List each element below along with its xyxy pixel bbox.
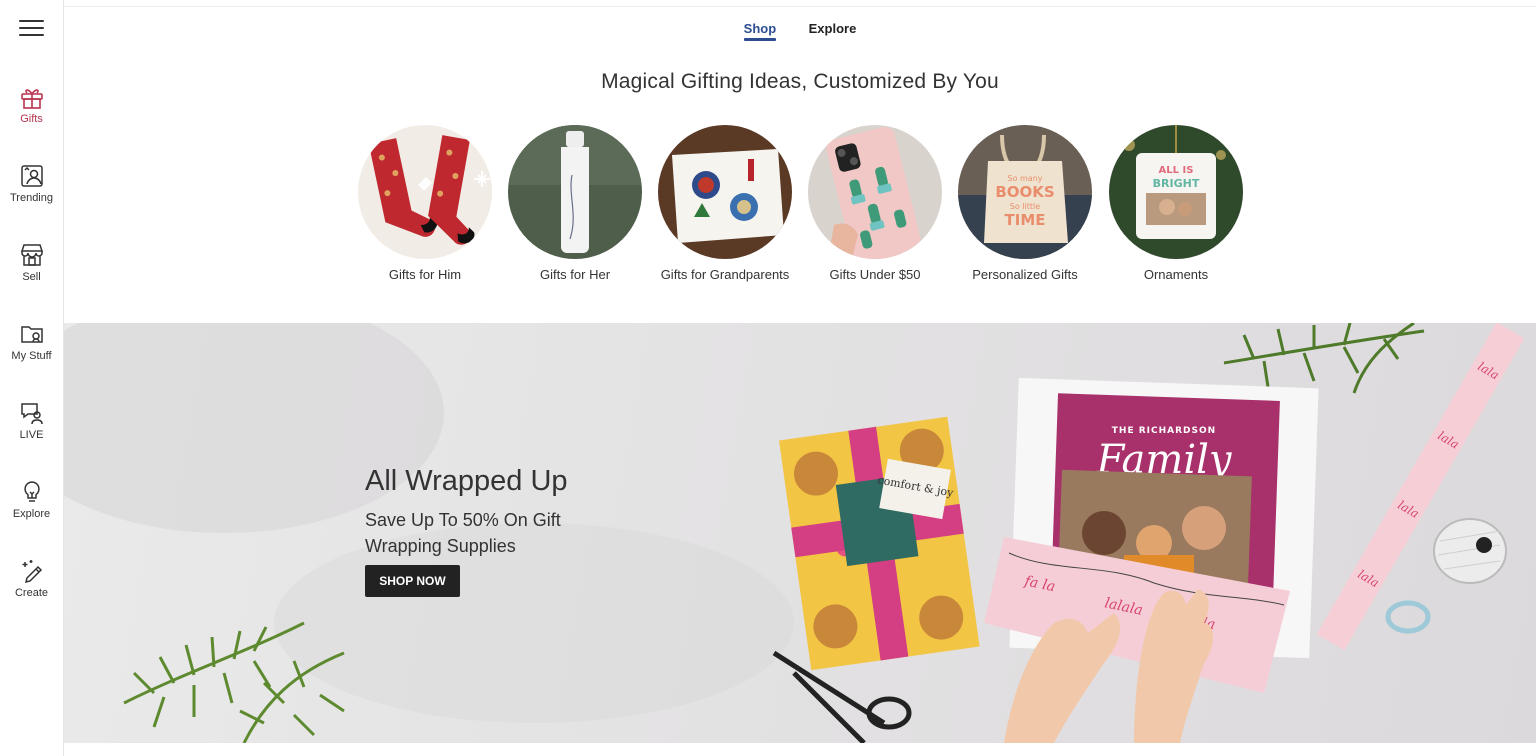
svg-text:BRIGHT: BRIGHT (1153, 177, 1200, 190)
tab-explore[interactable]: Explore (809, 21, 857, 41)
banner-title: All Wrapped Up (365, 465, 568, 497)
svg-text:So many: So many (1007, 174, 1042, 183)
sidebar-item-create[interactable]: Create (0, 558, 63, 599)
category-image (508, 125, 642, 259)
sidebar-item-label: Trending (9, 192, 53, 204)
sidebar-item-sell[interactable]: Sell (0, 242, 63, 283)
category-gifts-under-50[interactable]: Gifts Under $50 (795, 125, 955, 282)
svg-text:BOOKS: BOOKS (995, 183, 1054, 201)
category-label: Gifts for Him (388, 267, 462, 282)
sidebar-item-label: Create (14, 587, 49, 599)
sidebar-item-label: Gifts (20, 113, 43, 125)
category-label: Gifts for Grandparents (660, 267, 790, 282)
category-gifts-for-her[interactable]: Gifts for Her (495, 125, 655, 282)
top-tabs: Shop Explore (64, 20, 1536, 41)
category-label: Personalized Gifts (972, 267, 1078, 282)
top-divider (64, 6, 1536, 7)
paper-roll: lalalalalalalala (1316, 323, 1525, 651)
category-image (658, 125, 792, 259)
sidebar-item-label: My Stuff (11, 350, 52, 362)
category-image: So many BOOKS So little TIME (958, 125, 1092, 259)
category-image (808, 125, 942, 259)
hamburger-menu-icon[interactable] (19, 20, 44, 38)
sidebar-item-label: LIVE (19, 429, 44, 441)
trending-icon (20, 165, 43, 187)
lightbulb-icon (23, 481, 40, 502)
category-personalized-gifts[interactable]: So many BOOKS So little TIME Personalize… (945, 125, 1105, 282)
store-icon (20, 244, 43, 266)
create-pen-icon (22, 560, 42, 584)
pine-branch-right (1223, 323, 1425, 394)
svg-text:So little: So little (1010, 202, 1040, 211)
sidebar: Gifts Trending Sell My Stuff LIVE Explor… (0, 0, 64, 756)
category-gifts-for-grandparents[interactable]: Gifts for Grandparents (645, 125, 805, 282)
page-title: Magical Gifting Ideas, Customized By You (601, 70, 999, 93)
gift-icon (20, 89, 43, 109)
folder-icon (20, 326, 43, 343)
twine-spool (1433, 518, 1507, 584)
sidebar-item-label: Sell (22, 271, 41, 283)
category-label: Ornaments (1143, 267, 1209, 282)
gift-box: comfort & joy (778, 416, 980, 671)
shop-now-button[interactable]: SHOP NOW (365, 565, 460, 597)
category-image: ALL IS BRIGHT (1109, 125, 1243, 259)
category-label: Gifts Under $50 (829, 267, 921, 282)
sidebar-item-trending[interactable]: Trending (0, 163, 63, 204)
tape-roll (1385, 600, 1431, 634)
sidebar-item-explore[interactable]: Explore (0, 479, 63, 520)
promo-banner: comfort & joy THE RICHARDSON Family fa l… (64, 323, 1536, 743)
svg-text:ALL IS: ALL IS (1159, 165, 1194, 176)
tab-shop[interactable]: Shop (743, 21, 776, 41)
svg-text:TIME: TIME (1005, 211, 1046, 229)
banner-illustration: comfort & joy THE RICHARDSON Family fa l… (64, 323, 1525, 743)
sidebar-item-label: Explore (12, 508, 51, 520)
sidebar-item-gifts[interactable]: Gifts (0, 84, 63, 125)
category-image (358, 125, 492, 259)
card-heading-text: THE RICHARDSON (1112, 426, 1216, 436)
banner-subtitle: Save Up To 50% On Gift Wrapping Supplies (365, 510, 561, 556)
category-gifts-for-him[interactable]: Gifts for Him (345, 125, 505, 282)
sidebar-item-my-stuff[interactable]: My Stuff (0, 321, 63, 362)
live-chat-icon (20, 403, 43, 425)
scissors (772, 650, 912, 743)
bottom-strip (64, 743, 1536, 756)
category-label: Gifts for Her (539, 267, 611, 282)
sidebar-item-live[interactable]: LIVE (0, 400, 63, 441)
category-ornaments[interactable]: ALL IS BRIGHT Ornaments (1096, 125, 1256, 282)
